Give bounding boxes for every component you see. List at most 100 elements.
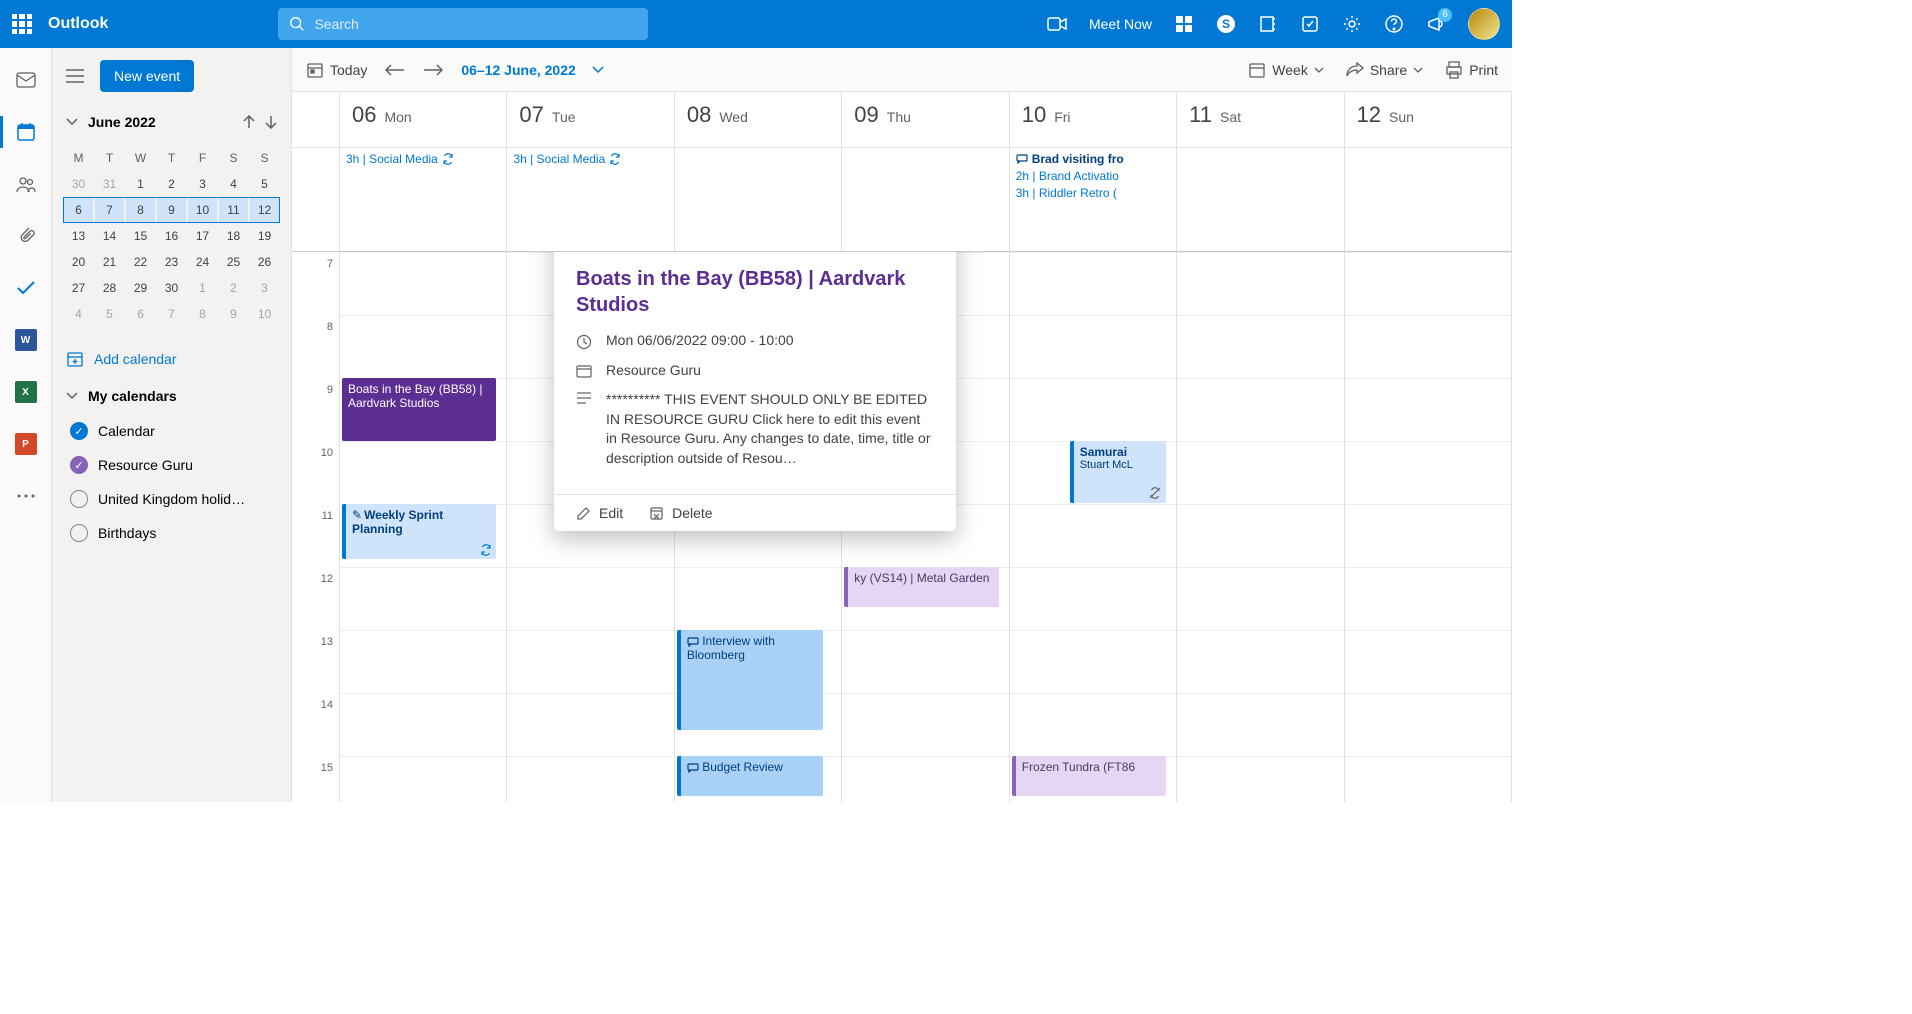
allday-cell-mon[interactable]: 3h | Social Media [340,148,507,251]
header-right: Meet Now S 6 [1047,8,1500,40]
recurring-icon [480,544,492,556]
prev-week-button[interactable] [385,64,405,76]
day-header-thu[interactable]: 09Thu [842,92,1009,147]
search-input[interactable] [278,8,648,40]
mini-calendar[interactable]: MTWTFSS 303112345 6789101112 13141516171… [62,144,281,328]
event-sprint[interactable]: ✎Weekly Sprint Planning [342,504,496,559]
excel-tile[interactable]: X [14,380,38,404]
next-month-icon[interactable] [265,115,277,129]
app-rail: W X P [0,48,52,802]
event-budget[interactable]: Budget Review [677,756,823,796]
delete-button[interactable]: Delete [649,505,712,521]
day-col-sat[interactable] [1177,252,1344,802]
calendar-rail-item[interactable] [14,120,38,144]
time-gutter: 7 8 9 10 11 12 13 14 15 [292,252,340,802]
today-button[interactable]: Today [306,61,367,79]
share-button[interactable]: Share [1346,62,1423,78]
allday-event[interactable]: 2h | Brand Activatio [1016,169,1170,183]
powerpoint-tile[interactable]: P [14,432,38,456]
more-rail-item[interactable] [14,484,38,508]
app-name: Outlook [48,15,108,33]
video-icon[interactable] [1047,14,1067,34]
cal-item-uk-holidays[interactable]: United Kingdom holid… [66,482,281,516]
onenote-icon[interactable] [1258,14,1278,34]
event-interview[interactable]: Interview with Bloomberg [677,630,823,730]
next-week-button[interactable] [423,64,443,76]
view-week-dropdown[interactable]: Week [1248,61,1324,79]
allday-event[interactable]: 3h | Social Media [346,152,500,166]
no-recur-icon [1148,486,1162,500]
checkbox-icon[interactable] [70,524,88,542]
allday-event[interactable]: 3h | Riddler Retro ( [1016,186,1170,200]
cal-item-calendar[interactable]: Calendar [66,414,281,448]
clock-icon [576,334,592,350]
help-icon[interactable] [1384,14,1404,34]
skype-icon[interactable]: S [1216,14,1236,34]
todo-icon[interactable] [1300,14,1320,34]
event-boats[interactable]: Boats in the Bay (BB58) | Aardvark Studi… [342,378,496,441]
allday-cell-sat[interactable] [1177,148,1344,251]
allday-cell-wed[interactable] [675,148,842,251]
cal-item-birthdays[interactable]: Birthdays [66,516,281,550]
day-col-fri[interactable]: Samurai Stuart McL Frozen Tundra (FT86 [1010,252,1177,802]
user-avatar[interactable] [1468,8,1500,40]
edit-button[interactable]: Edit [576,505,623,521]
day-header-row: 06Mon 07Tue 08Wed 09Thu 10Fri 11Sat 12Su… [292,92,1512,148]
my-calendars-header[interactable]: My calendars [62,378,281,414]
word-tile[interactable]: W [14,328,38,352]
checkbox-icon[interactable] [70,456,88,474]
allday-event[interactable]: 3h | Social Media [513,152,667,166]
allday-cell-tue[interactable]: 3h | Social Media [507,148,674,251]
mail-rail-item[interactable] [14,68,38,92]
teams-icon[interactable] [1174,14,1194,34]
svg-text:S: S [1222,17,1230,31]
megaphone-icon[interactable]: 6 [1426,14,1446,34]
checkbox-icon[interactable] [70,490,88,508]
description-icon [576,392,592,468]
event-frozen[interactable]: Frozen Tundra (FT86 [1012,756,1166,796]
allday-cell-sun[interactable] [1345,148,1512,251]
checkbox-icon[interactable] [70,422,88,440]
allday-cell-thu[interactable] [842,148,1009,251]
sidebar-top: New event [62,60,281,92]
chevron-down-icon[interactable] [66,118,78,126]
event-samurai[interactable]: Samurai Stuart McL [1070,441,1166,503]
files-rail-item[interactable] [14,224,38,248]
search-wrap [278,8,648,40]
app-body: W X P New event June 2022 MTWTFSS 303112… [0,48,1512,802]
calendar-icon [576,364,592,378]
time-grid: 7 8 9 10 11 12 13 14 15 [292,252,1512,802]
hamburger-icon[interactable] [62,65,88,87]
day-columns[interactable]: Boats in the Bay (BB58) | Aardvark Studi… [340,252,1512,802]
popover-actions: Edit Delete [554,494,956,531]
day-header-tue[interactable]: 07Tue [507,92,674,147]
people-rail-item[interactable] [14,172,38,196]
allday-event[interactable]: Brad visiting fro [1016,152,1170,166]
search-icon [288,15,306,33]
add-calendar-button[interactable]: Add calendar [62,340,281,378]
settings-icon[interactable] [1342,14,1362,34]
recurring-icon [442,153,454,165]
day-col-sun[interactable] [1345,252,1512,802]
toolbar-right: Week Share Print [1248,61,1498,79]
print-button[interactable]: Print [1445,61,1498,79]
app-launcher-icon[interactable] [12,14,32,34]
day-header-fri[interactable]: 10Fri [1010,92,1177,147]
day-header-sat[interactable]: 11Sat [1177,92,1344,147]
meet-now-button[interactable]: Meet Now [1089,14,1152,34]
todo-rail-item[interactable] [14,276,38,300]
notification-badge: 6 [1438,8,1452,22]
calendar-main: Today 06–12 June, 2022 Week Share [292,48,1512,802]
mini-cal-header: June 2022 [62,108,281,136]
calendar-sidebar: New event June 2022 MTWTFSS 303112345 67… [52,48,292,802]
day-col-mon[interactable]: Boats in the Bay (BB58) | Aardvark Studi… [340,252,507,802]
prev-month-icon[interactable] [243,115,255,129]
new-event-button[interactable]: New event [100,60,194,92]
day-header-sun[interactable]: 12Sun [1345,92,1512,147]
allday-cell-fri[interactable]: Brad visiting fro 2h | Brand Activatio 3… [1010,148,1177,251]
day-header-wed[interactable]: 08Wed [675,92,842,147]
day-header-mon[interactable]: 06Mon [340,92,507,147]
date-range-picker[interactable]: 06–12 June, 2022 [461,62,603,78]
event-venice[interactable]: ky (VS14) | Metal Garden [844,567,998,607]
cal-item-resource-guru[interactable]: Resource Guru [66,448,281,482]
